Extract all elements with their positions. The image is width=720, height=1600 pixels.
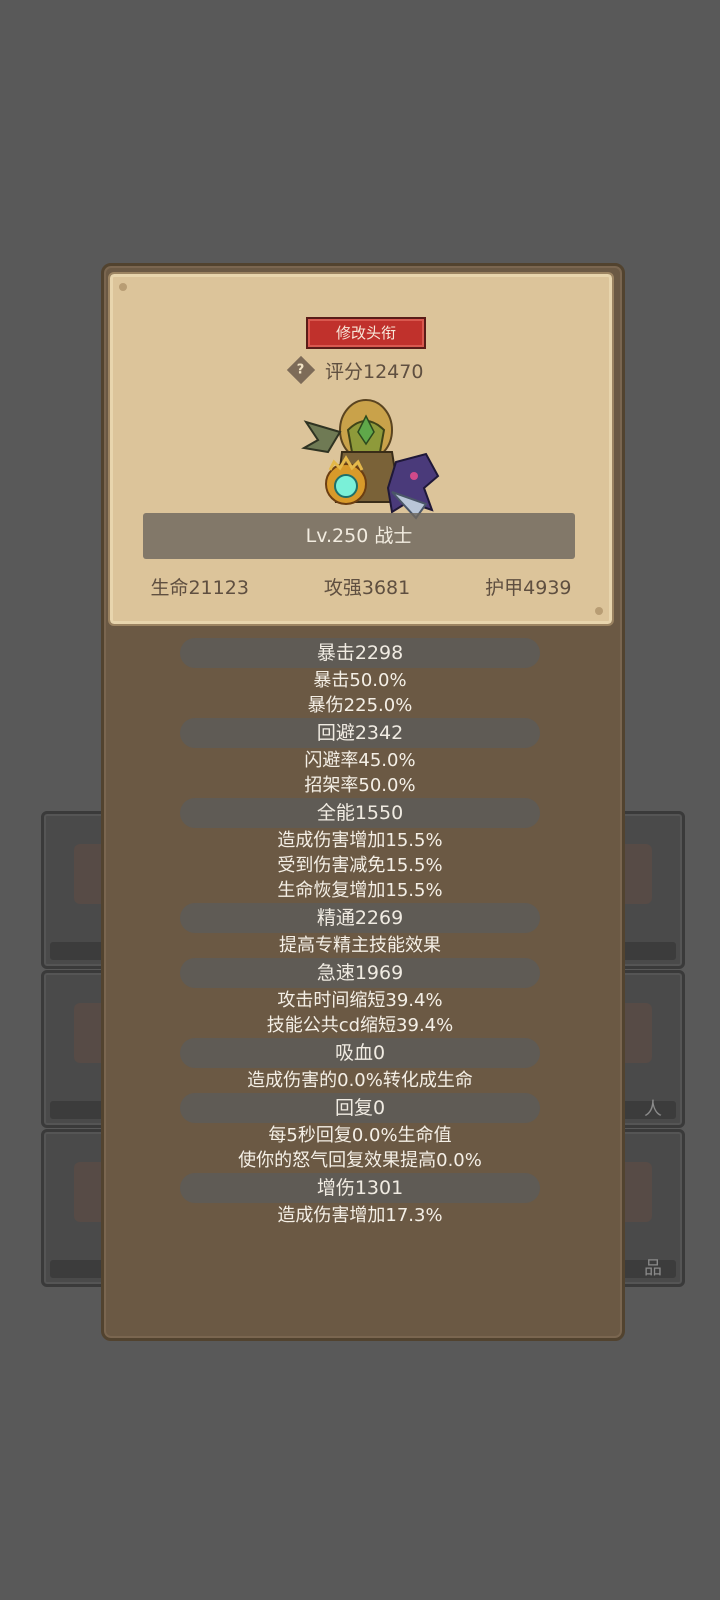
warrior-avatar xyxy=(301,399,440,520)
corner-decoration xyxy=(595,607,603,615)
stat-header: 回复0 xyxy=(180,1093,540,1123)
stat-line: 攻击时间缩短39.4% xyxy=(277,990,443,1011)
stat-group-lifesteal: 吸血0 造成伤害的0.0%转化成生命 xyxy=(104,1038,616,1093)
stat-header: 急速1969 xyxy=(180,958,540,988)
secondary-stats-list: 暴击2298 暴击50.0% 暴伤225.0% 回避2342 闪避率45.0% … xyxy=(104,638,616,1228)
stat-line: 造成伤害的0.0%转化成生命 xyxy=(247,1070,473,1091)
hp-stat: 生命21123 xyxy=(150,577,249,599)
stat-line: 提高专精主技能效果 xyxy=(279,935,441,956)
stat-group-versatility: 全能1550 造成伤害增加15.5% 受到伤害减免15.5% 生命恢复增加15.… xyxy=(104,798,616,903)
stat-group-damage-bonus: 增伤1301 造成伤害增加17.3% xyxy=(104,1173,616,1228)
stat-line: 暴伤225.0% xyxy=(307,695,413,716)
stat-header: 全能1550 xyxy=(180,798,540,828)
score-text: 评分12470 xyxy=(325,360,424,383)
stat-group-crit: 暴击2298 暴击50.0% 暴伤225.0% xyxy=(104,638,616,718)
level-class-bar: Lv.250 战士 xyxy=(143,513,575,559)
stat-header: 回避2342 xyxy=(180,718,540,748)
stat-group-avoidance: 回避2342 闪避率45.0% 招架率50.0% xyxy=(104,718,616,798)
stat-line: 招架率50.0% xyxy=(304,775,416,796)
stat-group-haste: 急速1969 攻击时间缩短39.4% 技能公共cd缩短39.4% xyxy=(104,958,616,1038)
character-stats-popup: 修改头衔 ? 评分12470 Lv.250 战士 生命21123 攻强3681 … xyxy=(101,263,625,1341)
attack-stat: 攻强3681 xyxy=(323,577,411,599)
stat-header: 吸血0 xyxy=(180,1038,540,1068)
stat-line: 造成伤害增加15.5% xyxy=(277,830,443,851)
stat-line: 造成伤害增加17.3% xyxy=(277,1205,443,1226)
stat-line: 生命恢复增加15.5% xyxy=(277,880,443,901)
stat-header: 增伤1301 xyxy=(180,1173,540,1203)
stat-line: 技能公共cd缩短39.4% xyxy=(266,1015,454,1036)
profile-card: 修改头衔 ? 评分12470 Lv.250 战士 生命21123 攻强3681 … xyxy=(108,272,614,626)
stat-line: 受到伤害减免15.5% xyxy=(277,855,443,876)
base-stats-row: 生命21123 攻强3681 护甲4939 xyxy=(113,573,609,600)
armor-stat: 护甲4939 xyxy=(485,577,572,599)
corner-decoration xyxy=(119,283,127,291)
stat-line: 使你的怒气回复效果提高0.0% xyxy=(238,1150,482,1171)
stat-group-recovery: 回复0 每5秒回复0.0%生命值 使你的怒气回复效果提高0.0% xyxy=(104,1093,616,1173)
stat-line: 闪避率45.0% xyxy=(304,750,416,771)
help-icon[interactable]: ? xyxy=(286,355,316,385)
stat-header: 暴击2298 xyxy=(180,638,540,668)
score-row: ? 评分12470 xyxy=(286,355,424,385)
stat-line: 暴击50.0% xyxy=(313,670,407,691)
stat-group-mastery: 精通2269 提高专精主技能效果 xyxy=(104,903,616,958)
stat-header: 精通2269 xyxy=(180,903,540,933)
stat-line: 每5秒回复0.0%生命值 xyxy=(268,1125,452,1146)
edit-title-button[interactable]: 修改头衔 xyxy=(306,317,426,349)
